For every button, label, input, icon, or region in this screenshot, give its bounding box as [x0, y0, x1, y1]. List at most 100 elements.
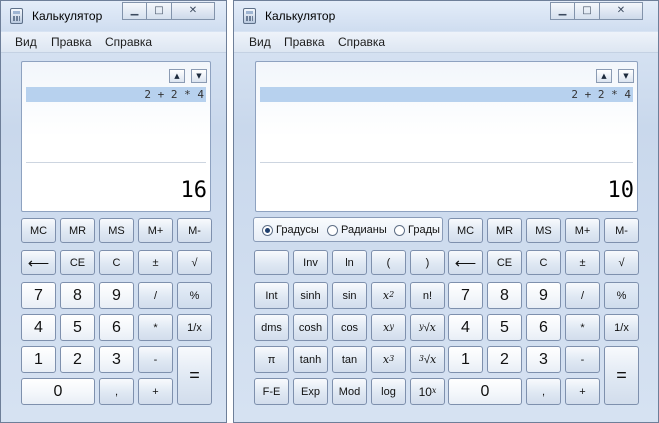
add-button[interactable]: + — [138, 378, 173, 405]
modulo-button[interactable]: Mod — [332, 378, 367, 405]
pi-button[interactable]: π — [254, 346, 289, 373]
digit-7-button[interactable]: 7 — [448, 282, 483, 309]
memory-recall-button[interactable]: MR — [60, 218, 95, 243]
tan-button[interactable]: tan — [332, 346, 367, 373]
digit-1-button[interactable]: 1 — [21, 346, 56, 373]
menu-view[interactable]: Вид — [15, 35, 37, 49]
digit-7-button[interactable]: 7 — [21, 282, 56, 309]
memory-add-button[interactable]: M+ — [138, 218, 173, 243]
close-icon[interactable]: ✕ — [599, 2, 643, 20]
backspace-button[interactable]: ⟵ — [448, 250, 483, 275]
minimize-icon[interactable]: ▁ — [122, 2, 147, 20]
memory-subtract-button[interactable]: M- — [604, 218, 639, 243]
digit-3-button[interactable]: 3 — [526, 346, 561, 373]
equals-button[interactable]: = — [177, 346, 212, 405]
factorial-button[interactable]: n! — [410, 282, 445, 309]
backspace-button[interactable]: ⟵ — [21, 250, 56, 275]
clear-entry-button[interactable]: CE — [60, 250, 95, 275]
radio-grads[interactable]: Грады — [394, 222, 440, 238]
memory-subtract-button[interactable]: M- — [177, 218, 212, 243]
maximize-icon[interactable]: □ — [146, 2, 172, 20]
radio-degrees[interactable]: Градусы — [262, 222, 319, 238]
history-up-icon[interactable]: ▲ — [169, 69, 185, 83]
sign-button[interactable]: ± — [565, 250, 600, 275]
digit-1-button[interactable]: 1 — [448, 346, 483, 373]
menu-edit[interactable]: Правка — [51, 35, 92, 49]
digit-0-button[interactable]: 0 — [21, 378, 95, 405]
y-root-button[interactable]: y √ x — [410, 314, 445, 341]
int-button[interactable]: Int — [254, 282, 289, 309]
cosh-button[interactable]: cosh — [293, 314, 328, 341]
sinh-button[interactable]: sinh — [293, 282, 328, 309]
digit-4-button[interactable]: 4 — [21, 314, 56, 341]
inverse-button[interactable]: Inv — [293, 250, 328, 275]
clear-entry-button[interactable]: CE — [487, 250, 522, 275]
multiply-button[interactable]: * — [565, 314, 600, 341]
dms-button[interactable]: dms — [254, 314, 289, 341]
title-bar[interactable]: Калькулятор ▁ □ ✕ — [1, 1, 226, 31]
memory-clear-button[interactable]: MC — [21, 218, 56, 243]
divide-button[interactable]: / — [565, 282, 600, 309]
subtract-button[interactable]: - — [138, 346, 173, 373]
sin-button[interactable]: sin — [332, 282, 367, 309]
digit-2-button[interactable]: 2 — [487, 346, 522, 373]
blank-button[interactable] — [254, 250, 289, 275]
menu-view[interactable]: Вид — [249, 35, 271, 49]
history-up-icon[interactable]: ▲ — [596, 69, 612, 83]
percent-button[interactable]: % — [604, 282, 639, 309]
digit-9-button[interactable]: 9 — [99, 282, 134, 309]
history-down-icon[interactable]: ▼ — [618, 69, 634, 83]
cube-button[interactable]: x3 — [371, 346, 406, 373]
digit-0-button[interactable]: 0 — [448, 378, 522, 405]
menu-help[interactable]: Справка — [338, 35, 385, 49]
fixed-exponent-button[interactable]: F-E — [254, 378, 289, 405]
open-paren-button[interactable]: ( — [371, 250, 406, 275]
cube-root-button[interactable]: 3 √ x — [410, 346, 445, 373]
history-down-icon[interactable]: ▼ — [191, 69, 207, 83]
minimize-icon[interactable]: ▁ — [550, 2, 575, 20]
reciprocal-button[interactable]: 1/x — [604, 314, 639, 341]
digit-5-button[interactable]: 5 — [487, 314, 522, 341]
digit-6-button[interactable]: 6 — [99, 314, 134, 341]
percent-button[interactable]: % — [177, 282, 212, 309]
menu-help[interactable]: Справка — [105, 35, 152, 49]
power-button[interactable]: xy — [371, 314, 406, 341]
close-icon[interactable]: ✕ — [171, 2, 215, 20]
digit-8-button[interactable]: 8 — [60, 282, 95, 309]
digit-8-button[interactable]: 8 — [487, 282, 522, 309]
ten-power-button[interactable]: 10 x — [410, 378, 445, 405]
ln-button[interactable]: ln — [332, 250, 367, 275]
maximize-icon[interactable]: □ — [574, 2, 600, 20]
digit-2-button[interactable]: 2 — [60, 346, 95, 373]
digit-5-button[interactable]: 5 — [60, 314, 95, 341]
memory-store-button[interactable]: MS — [526, 218, 561, 243]
radio-radians[interactable]: Радианы — [327, 222, 387, 238]
multiply-button[interactable]: * — [138, 314, 173, 341]
log-button[interactable]: log — [371, 378, 406, 405]
digit-6-button[interactable]: 6 — [526, 314, 561, 341]
sign-button[interactable]: ± — [138, 250, 173, 275]
clear-button[interactable]: C — [526, 250, 561, 275]
reciprocal-button[interactable]: 1/x — [177, 314, 212, 341]
square-root-button[interactable]: √ — [604, 250, 639, 275]
divide-button[interactable]: / — [138, 282, 173, 309]
add-button[interactable]: + — [565, 378, 600, 405]
history-entry[interactable]: 2 + 2 * 4 — [260, 87, 633, 102]
memory-clear-button[interactable]: MC — [448, 218, 483, 243]
digit-4-button[interactable]: 4 — [448, 314, 483, 341]
square-button[interactable]: x2 — [371, 282, 406, 309]
memory-store-button[interactable]: MS — [99, 218, 134, 243]
memory-add-button[interactable]: M+ — [565, 218, 600, 243]
title-bar[interactable]: Калькулятор ▁ □ ✕ — [234, 1, 658, 31]
tanh-button[interactable]: tanh — [293, 346, 328, 373]
close-paren-button[interactable]: ) — [410, 250, 445, 275]
cos-button[interactable]: cos — [332, 314, 367, 341]
decimal-button[interactable]: , — [99, 378, 134, 405]
subtract-button[interactable]: - — [565, 346, 600, 373]
menu-edit[interactable]: Правка — [284, 35, 325, 49]
exp-button[interactable]: Exp — [293, 378, 328, 405]
memory-recall-button[interactable]: MR — [487, 218, 522, 243]
equals-button[interactable]: = — [604, 346, 639, 405]
digit-9-button[interactable]: 9 — [526, 282, 561, 309]
digit-3-button[interactable]: 3 — [99, 346, 134, 373]
